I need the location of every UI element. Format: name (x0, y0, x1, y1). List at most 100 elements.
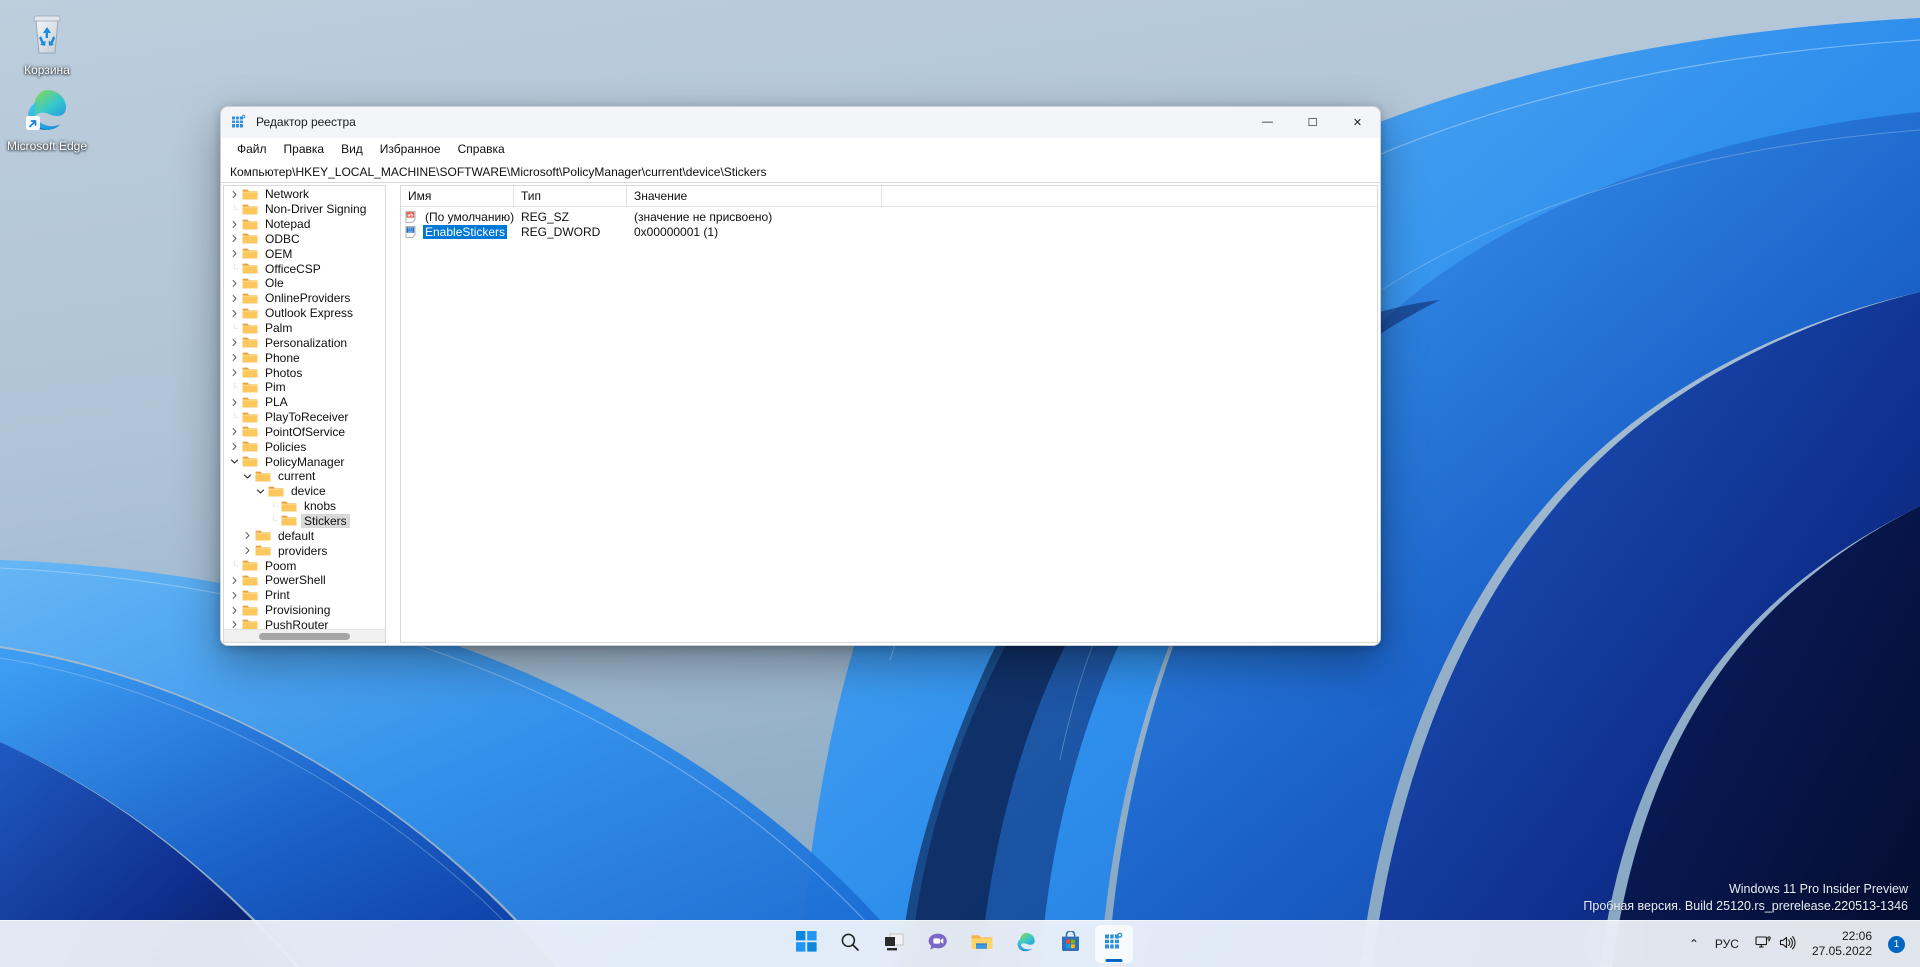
tree-node-current[interactable]: current (224, 469, 385, 484)
column-header-value[interactable]: Значение (627, 186, 882, 206)
taskbar-button-microsoft-store[interactable] (1051, 925, 1089, 963)
language-indicator[interactable]: РУС (1708, 926, 1746, 962)
tree-node-pim[interactable]: Pim (224, 380, 385, 395)
chevron-right-icon[interactable] (227, 353, 242, 362)
tree-scrollbar-thumb[interactable] (259, 633, 350, 640)
tree-node-non-driver-signing[interactable]: Non-Driver Signing (224, 202, 385, 217)
chevron-right-icon[interactable] (227, 427, 242, 436)
tree-node-officecsp[interactable]: OfficeCSP (224, 261, 385, 276)
chevron-right-icon[interactable] (227, 294, 242, 303)
tree-node-pointofservice[interactable]: PointOfService (224, 425, 385, 440)
tree-node-pla[interactable]: PLA (224, 395, 385, 410)
tree-node-policymanager[interactable]: PolicyManager (224, 454, 385, 469)
tree-node-provisioning[interactable]: Provisioning (224, 603, 385, 618)
registry-editor-window[interactable]: Редактор реестра — ☐ ✕ Файл Правка Вид И… (220, 106, 1381, 646)
maximize-button[interactable]: ☐ (1290, 107, 1335, 138)
chevron-right-icon[interactable] (227, 338, 242, 347)
taskbar-button-chat[interactable] (919, 925, 957, 963)
minimize-button[interactable]: — (1245, 107, 1290, 138)
chevron-right-icon[interactable] (227, 190, 242, 199)
tree-node-label: Poom (265, 558, 297, 573)
network-volume-group[interactable] (1748, 926, 1803, 962)
tree-node-providers[interactable]: providers (224, 543, 385, 558)
registry-value-row[interactable]: ab (По умолчанию) REG_SZ (значение не присв… (401, 209, 1377, 224)
chevron-right-icon[interactable] (240, 531, 255, 540)
chevron-right-icon[interactable] (227, 620, 242, 629)
tree-node-photos[interactable]: Photos (224, 365, 385, 380)
tree-node-palm[interactable]: Palm (224, 321, 385, 336)
chevron-right-icon[interactable] (240, 546, 255, 555)
chevron-up-icon: ⌃ (1688, 937, 1699, 951)
taskbar-button-file-explorer[interactable] (963, 925, 1001, 963)
tree-node-outlook-express[interactable]: Outlook Express (224, 306, 385, 321)
watermark-line-1: Windows 11 Pro Insider Preview (1728, 882, 1908, 896)
tree-node-notepad[interactable]: Notepad (224, 217, 385, 232)
tree-node-label: Palm (265, 321, 293, 336)
tree-node-print[interactable]: Print (224, 588, 385, 603)
menu-item-file[interactable]: Файл (230, 140, 274, 158)
desktop[interactable]: Корзина Microsoft Edge Редактор реестра … (0, 0, 1920, 967)
chevron-right-icon[interactable] (227, 398, 242, 407)
tree-horizontal-scrollbar[interactable] (224, 629, 385, 642)
chevron-right-icon[interactable] (227, 576, 242, 585)
menu-item-favorites[interactable]: Избранное (373, 140, 448, 158)
chevron-right-icon[interactable] (227, 368, 242, 377)
desktop-icon-microsoft-edge[interactable]: Microsoft Edge (4, 86, 90, 153)
tree-node-network[interactable]: Network (224, 187, 385, 202)
tree-node-playtoreceiver[interactable]: PlayToReceiver (224, 410, 385, 425)
tree-indent-guide (266, 501, 281, 511)
tree-node-pushrouter[interactable]: PushRouter (224, 617, 385, 629)
tree-node-phone[interactable]: Phone (224, 350, 385, 365)
title-bar[interactable]: Редактор реестра — ☐ ✕ (221, 107, 1380, 138)
values-list[interactable]: ab (По умолчанию) REG_SZ (значение не присв… (401, 207, 1377, 642)
tree-node-policies[interactable]: Policies (224, 439, 385, 454)
clock-button[interactable]: 22:06 27.05.2022 (1805, 926, 1879, 962)
chevron-right-icon[interactable] (227, 249, 242, 258)
registry-value-row[interactable]: 011 100 EnableStickers REG_DWORD 0x00000001 … (401, 224, 1377, 239)
tree-node-ole[interactable]: Ole (224, 276, 385, 291)
menu-item-edit[interactable]: Правка (277, 140, 332, 158)
menu-item-help[interactable]: Справка (451, 140, 512, 158)
pane-splitter[interactable] (386, 185, 400, 643)
tree-node-personalization[interactable]: Personalization (224, 335, 385, 350)
column-header-type[interactable]: Тип (514, 186, 627, 206)
address-bar[interactable]: Компьютер\HKEY_LOCAL_MACHINE\SOFTWARE\Mi… (221, 161, 1380, 183)
taskbar[interactable]: ⌃ РУС 22:06 27.05.2022 1 (0, 920, 1920, 967)
chevron-down-icon[interactable] (227, 457, 242, 466)
tree-node-odbc[interactable]: ODBC (224, 232, 385, 247)
chevron-right-icon[interactable] (227, 309, 242, 318)
menu-item-view[interactable]: Вид (334, 140, 370, 158)
notification-center-button[interactable]: 1 (1881, 926, 1912, 962)
chevron-down-icon[interactable] (253, 487, 268, 496)
taskbar-button-start[interactable] (787, 925, 825, 963)
folder-icon (242, 322, 258, 335)
chevron-right-icon[interactable] (227, 442, 242, 451)
taskbar-button-registry-editor[interactable] (1095, 925, 1133, 963)
tree-node-device[interactable]: device (224, 484, 385, 499)
close-button[interactable]: ✕ (1335, 107, 1380, 138)
chevron-right-icon[interactable] (227, 606, 242, 615)
registry-values-pane[interactable]: Имя Тип Значение ab (По умолчанию) REG_SZ (… (400, 185, 1378, 643)
desktop-icon-recycle-bin[interactable]: Корзина (4, 10, 90, 77)
tree-node-oem[interactable]: OEM (224, 246, 385, 261)
value-type-cell: REG_SZ (521, 209, 570, 224)
chevron-right-icon[interactable] (227, 279, 242, 288)
tree-node-onlineproviders[interactable]: OnlineProviders (224, 291, 385, 306)
registry-tree-pane[interactable]: Network Non-Driver Signing Notepad ODBC OEM O… (223, 185, 386, 643)
tree-node-default[interactable]: default (224, 528, 385, 543)
registry-tree[interactable]: Network Non-Driver Signing Notepad ODBC OEM O… (224, 186, 385, 629)
tree-node-powershell[interactable]: PowerShell (224, 573, 385, 588)
taskbar-button-task-view[interactable] (875, 925, 913, 963)
chevron-right-icon[interactable] (227, 234, 242, 243)
tree-node-knobs[interactable]: knobs (224, 499, 385, 514)
chevron-right-icon[interactable] (227, 220, 242, 229)
values-column-headers: Имя Тип Значение (401, 186, 1377, 207)
tree-node-stickers[interactable]: Stickers (224, 513, 385, 529)
taskbar-button-search[interactable] (831, 925, 869, 963)
chevron-right-icon[interactable] (227, 591, 242, 600)
tray-expand-button[interactable]: ⌃ (1682, 926, 1706, 962)
tree-node-poom[interactable]: Poom (224, 558, 385, 573)
chevron-down-icon[interactable] (240, 472, 255, 481)
taskbar-button-microsoft-edge[interactable] (1007, 925, 1045, 963)
column-header-name[interactable]: Имя (401, 186, 514, 206)
